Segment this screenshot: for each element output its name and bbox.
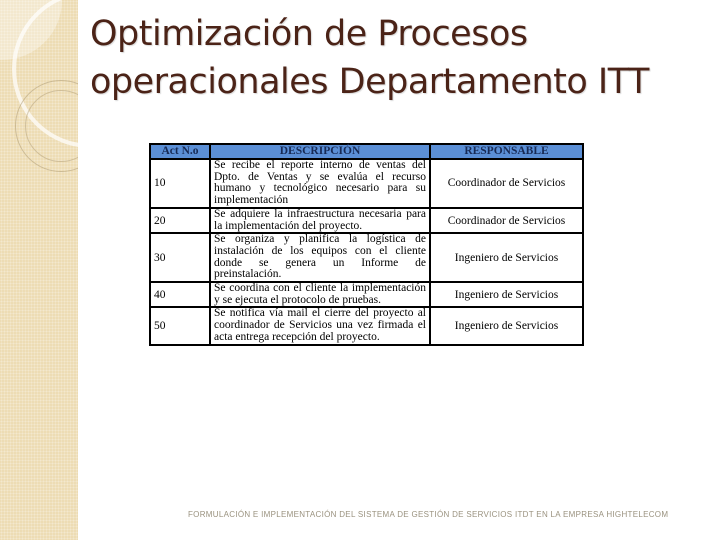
responsible-cell: Coordinador de Servicios xyxy=(429,158,584,209)
act-number-cell: 20 xyxy=(149,206,211,235)
table-row: 50 Se notifica vía mail el cierre del pr… xyxy=(149,306,584,346)
description-cell: Se notifica vía mail el cierre del proye… xyxy=(209,306,431,346)
act-number-cell: 10 xyxy=(149,158,211,209)
slide-title: Optimización de Procesos operacionales D… xyxy=(90,10,710,106)
title-line-2: operacionales Departamento ITT xyxy=(90,62,649,102)
act-number-cell: 30 xyxy=(149,232,211,284)
table-row: 40 Se coordina con el cliente la impleme… xyxy=(149,281,584,309)
act-number-cell: 40 xyxy=(149,281,211,309)
header-responsible: RESPONSABLE xyxy=(429,143,584,160)
table-row: 10 Se recibe el reporte interno de venta… xyxy=(149,158,584,209)
header-act-number: Act N.o xyxy=(149,143,211,160)
slide-footer: FORMULACIÓN E IMPLEMENTACIÓN DEL SISTEMA… xyxy=(188,510,669,519)
responsible-cell: Ingeniero de Servicios xyxy=(429,232,584,284)
table-row: 30 Se organiza y planifica la logística … xyxy=(149,232,584,284)
responsible-cell: Ingeniero de Servicios xyxy=(429,306,584,346)
table-row: 20 Se adquiere la infraestructura necesa… xyxy=(149,206,584,235)
description-cell: Se organiza y planifica la logística de … xyxy=(209,232,431,284)
description-cell: Se recibe el reporte interno de ventas d… xyxy=(209,158,431,209)
description-cell: Se adquiere la infraestructura necesaria… xyxy=(209,206,431,235)
decorative-side-band xyxy=(0,0,78,540)
responsible-cell: Coordinador de Servicios xyxy=(429,206,584,235)
responsible-cell: Ingeniero de Servicios xyxy=(429,281,584,309)
title-line-1: Optimización de Procesos xyxy=(90,14,528,54)
activities-table: Act N.o DESCRIPCIÓN RESPONSABLE 10 Se re… xyxy=(149,143,584,346)
table-header-row: Act N.o DESCRIPCIÓN RESPONSABLE xyxy=(149,143,584,160)
header-description: DESCRIPCIÓN xyxy=(209,143,431,160)
act-number-cell: 50 xyxy=(149,306,211,346)
description-cell: Se coordina con el cliente la implementa… xyxy=(209,281,431,309)
